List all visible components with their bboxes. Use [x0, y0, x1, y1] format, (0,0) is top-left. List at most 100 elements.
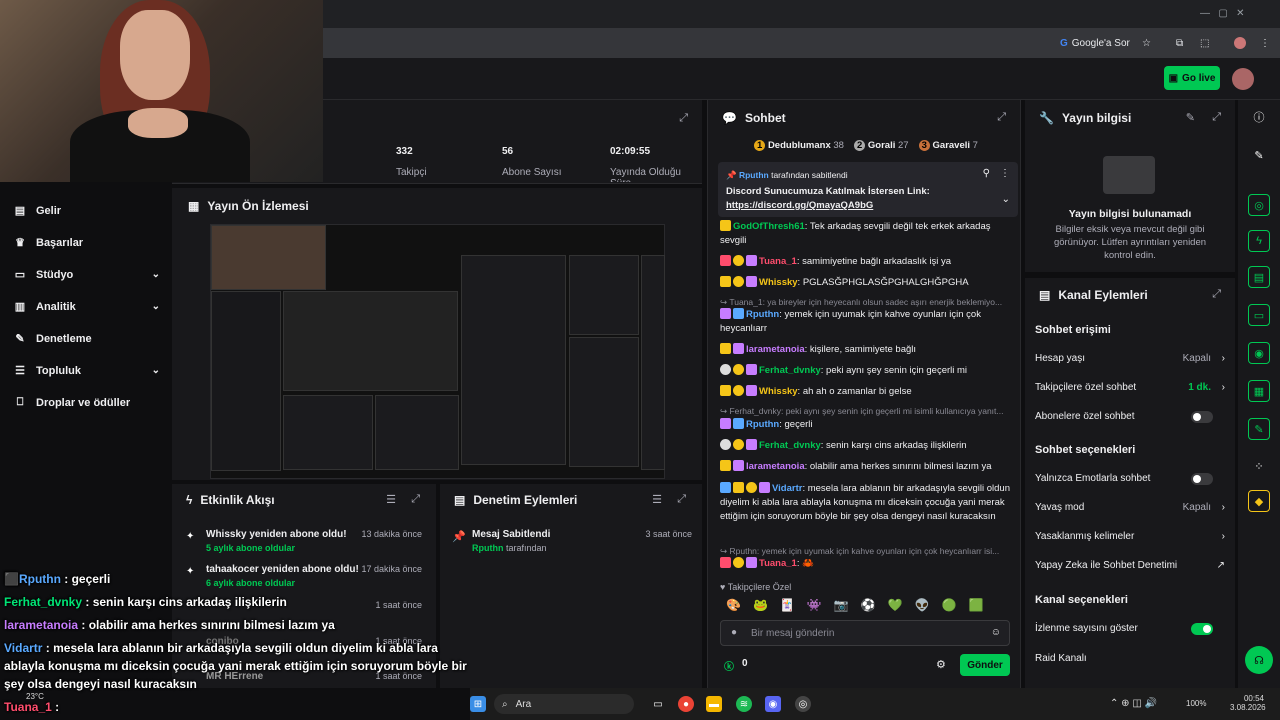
chevron-down-icon: ⌄	[151, 269, 160, 280]
leaderboard-entry[interactable]: 1 Dedublumanx 38	[754, 140, 844, 151]
go-live-button[interactable]: ▣ Go live	[1164, 66, 1220, 90]
apps-icon[interactable]: ⁘	[1248, 455, 1270, 477]
nav-item-denetleme[interactable]: ✎ Denetleme	[14, 332, 164, 346]
activity-item: ✦ Whissky yeniden abone oldu! 5 aylık abo…	[186, 529, 422, 553]
chat-reply-reference[interactable]: ↪ Rputhn: yemek için uyumak için kahve o…	[720, 546, 1016, 557]
extension-icon[interactable]: ⧉	[1176, 34, 1183, 52]
active-tool-icon[interactable]: ◆	[1248, 490, 1270, 512]
help-headset-icon[interactable]: ☊	[1245, 646, 1273, 674]
pin-icon: 📌	[726, 170, 737, 180]
expand-icon[interactable]: ⤢	[1212, 288, 1221, 301]
vip-badge-icon	[733, 460, 744, 471]
settings-gear-icon[interactable]: ⚙	[936, 658, 946, 671]
sub-badge-icon	[720, 482, 731, 493]
channel-actions-panel: ▤ Kanal Eylemleri ⤢ Sohbet erişimi Hesap …	[1025, 278, 1235, 688]
sub-badge-icon	[720, 460, 731, 471]
ai-mod-row[interactable]: Yapay Zeka ile Sohbet Denetimi ↗	[1035, 560, 1225, 571]
followers-stat: 332 Takipçi	[396, 146, 427, 178]
emoji-picker-icon[interactable]: ☺	[991, 627, 1001, 638]
edit-pencil-icon[interactable]: ✎	[1186, 111, 1195, 124]
emote-icon[interactable]: 👽	[915, 598, 930, 612]
leaderboard-entry[interactable]: 2 Gorali 27	[853, 140, 909, 151]
emote-icon[interactable]: 🃏	[780, 598, 795, 612]
subs-chat-toggle[interactable]	[1191, 411, 1213, 423]
followers-chat-row[interactable]: Takipçilere özel sohbet 1 dk. ›	[1035, 382, 1225, 393]
user-avatar[interactable]	[1232, 68, 1254, 90]
bookmark-star-icon[interactable]: ☆	[1142, 34, 1151, 52]
google-sor-button[interactable]: G Google'a Sor	[1060, 34, 1130, 52]
emote-icon[interactable]: 📷	[834, 598, 849, 612]
filter-icon[interactable]: ☰	[386, 493, 396, 506]
profile-avatar-icon[interactable]	[1234, 34, 1246, 52]
spotify-icon[interactable]: ≋	[736, 696, 752, 712]
discord-icon[interactable]: ◉	[765, 696, 781, 712]
nav-item-basarilar[interactable]: ♛ Başarılar	[14, 236, 164, 250]
leaderboard-entry[interactable]: 3 Garaveli 7	[918, 140, 978, 151]
nav-item-topluluk[interactable]: ☰ Topluluk ⌄	[14, 364, 164, 378]
extensions-puzzle-icon[interactable]: ⬚	[1200, 34, 1209, 52]
raid-row[interactable]: Raid Kanalı	[1035, 653, 1225, 664]
pinned-link[interactable]: https://discord.gg/QmayaQA9bG	[726, 200, 873, 211]
expand-icon[interactable]: ⤢	[677, 493, 686, 506]
emote-icon[interactable]: 🟢	[942, 598, 957, 612]
emote-only-toggle[interactable]	[1191, 473, 1213, 485]
chat-reply-reference[interactable]: ↪ Ferhat_dvnky: peki aynı şey senin için…	[720, 406, 1016, 417]
expand-icon[interactable]: ⤢	[1212, 111, 1221, 124]
broadcast-icon[interactable]: ◉	[1248, 342, 1270, 364]
emote-icon[interactable]: 💚	[888, 598, 903, 612]
chat-input[interactable]: ● Bir mesaj gönderin ☺	[720, 620, 1010, 646]
file-explorer-icon[interactable]: ▬	[706, 696, 722, 712]
expand-icon[interactable]: ⤢	[679, 112, 688, 125]
emote-icon[interactable]: 🟩	[969, 598, 984, 612]
actions-icon: ▤	[1039, 288, 1051, 302]
clock[interactable]: 00:54 3.08.2026	[1230, 694, 1266, 712]
task-view-icon[interactable]: ▭	[650, 696, 666, 712]
pinned-message[interactable]: 📌 Rputhn tarafından sabitlendi ⚲ ⋮ Disco…	[718, 162, 1018, 217]
emote-icon[interactable]: 👾	[807, 598, 822, 612]
send-button[interactable]: Gönder	[960, 654, 1010, 676]
chat-access-heading: Sohbet erişimi	[1035, 324, 1111, 336]
emote-icon[interactable]: 🐸	[753, 598, 768, 612]
nav-item-gelir[interactable]: ▤ Gelir	[14, 204, 164, 218]
emote-icon[interactable]: 🎨	[726, 598, 741, 612]
slow-mode-row[interactable]: Yavaş mod Kapalı ›	[1035, 502, 1225, 513]
followers-only-label: ♥ Takipçilere Özel	[720, 582, 792, 592]
bolt-icon[interactable]: ϟ	[1248, 230, 1270, 252]
edit-pencil-icon[interactable]: ✎	[1248, 144, 1270, 166]
mod-item-title: Mesaj Sabitlendi	[472, 529, 551, 540]
obs-icon[interactable]: ◎	[795, 696, 811, 712]
more-options-icon[interactable]: ⋮	[1000, 168, 1010, 179]
chat-icon[interactable]: ▭	[1248, 304, 1270, 326]
browser-menu-icon[interactable]: ⋮	[1260, 34, 1270, 52]
document-icon[interactable]: ▤	[1248, 266, 1270, 288]
nav-item-analitik[interactable]: ▥ Analitik ⌄	[14, 300, 164, 314]
chrome-icon[interactable]: ●	[678, 696, 694, 712]
channel-points[interactable]: ⓚ 0	[724, 658, 748, 673]
pinned-by: 📌 Rputhn tarafından sabitlendi	[726, 170, 848, 180]
leaderboard-badge-icon	[746, 482, 757, 493]
windows-start-icon[interactable]: ⊞	[470, 696, 486, 712]
emote-icon[interactable]: ⚽	[861, 598, 876, 612]
expand-icon[interactable]: ⤢	[411, 493, 420, 506]
show-viewers-toggle[interactable]	[1191, 623, 1213, 635]
wrench-icon[interactable]: ✎	[1248, 418, 1270, 440]
nav-item-droplar[interactable]: ⎕ Droplar ve ödüller	[14, 396, 164, 409]
studio-icon: ▭	[14, 269, 26, 281]
chat-reply-reference[interactable]: ↪ Tuana_1: ya bireyler için heyecanlı ol…	[720, 297, 1016, 308]
nav-item-studyo[interactable]: ▭ Stüdyo ⌄	[14, 268, 164, 282]
unpin-icon[interactable]: ⚲	[983, 168, 990, 179]
taskbar-search[interactable]: ⌕ Ara	[494, 694, 634, 714]
chat-message: larametanoia: kişilere, samimiyete bağlı	[720, 343, 1012, 357]
banned-words-row[interactable]: Yasaklanmış kelimeler ›	[1035, 531, 1225, 542]
chevron-down-icon[interactable]: ⌄	[1002, 194, 1010, 205]
expand-icon[interactable]: ⤢	[997, 111, 1006, 124]
account-age-row[interactable]: Hesap yaşı Kapalı ›	[1035, 353, 1225, 364]
stream-preview-video[interactable]	[210, 224, 665, 479]
grid-icon[interactable]: ▦	[1248, 380, 1270, 402]
target-icon[interactable]: ◎	[1248, 194, 1270, 216]
tray-icons[interactable]: ⌃ ⊕ ◫ 🔊	[1110, 698, 1157, 709]
info-icon[interactable]: ⓘ	[1248, 106, 1270, 128]
filter-icon[interactable]: ☰	[652, 493, 662, 506]
window-controls[interactable]: — ▢ ✕	[1200, 8, 1245, 19]
mod-item-by: Rputhn tarafından	[472, 543, 547, 553]
